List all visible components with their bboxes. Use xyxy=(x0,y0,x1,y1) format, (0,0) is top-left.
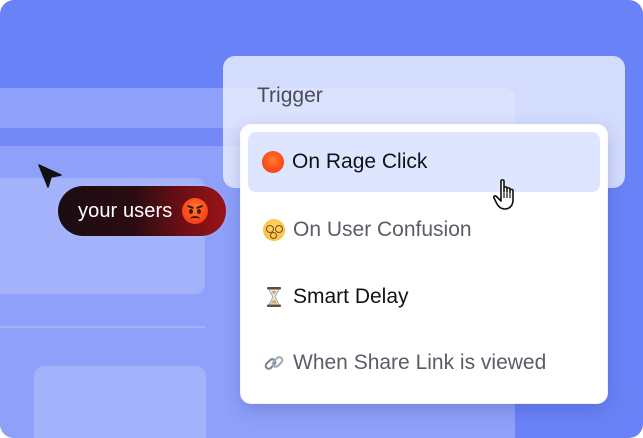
menu-item-label: On Rage Click xyxy=(292,150,428,173)
menu-item-smart-delay[interactable]: Smart Delay xyxy=(241,264,607,330)
background-card-lower xyxy=(34,366,206,438)
link-icon xyxy=(263,352,285,374)
angry-face-icon xyxy=(262,151,284,173)
dizzy-face-icon xyxy=(263,219,285,241)
menu-item-label: On User Confusion xyxy=(293,218,472,241)
user-pill-label: your users xyxy=(78,199,173,222)
hourglass-icon xyxy=(263,286,285,308)
menu-item-when-share-link-is-viewed[interactable]: When Share Link is viewed xyxy=(241,330,607,396)
angry-face-icon xyxy=(182,198,209,224)
canvas: your users Trigger On Rage Click On User… xyxy=(0,0,643,438)
trigger-heading: Trigger xyxy=(257,84,323,107)
menu-item-label: When Share Link is viewed xyxy=(293,351,547,374)
background-divider xyxy=(0,326,205,328)
user-pill: your users xyxy=(58,186,226,236)
menu-item-label: Smart Delay xyxy=(293,285,409,308)
arrow-cursor-icon xyxy=(38,164,62,188)
pointer-hand-icon xyxy=(492,179,514,210)
menu-item-on-rage-click[interactable]: On Rage Click xyxy=(248,132,600,192)
menu-item-on-user-confusion[interactable]: On User Confusion xyxy=(241,197,607,263)
trigger-dropdown-menu: On Rage Click On User Confusion Smart De… xyxy=(241,125,607,403)
